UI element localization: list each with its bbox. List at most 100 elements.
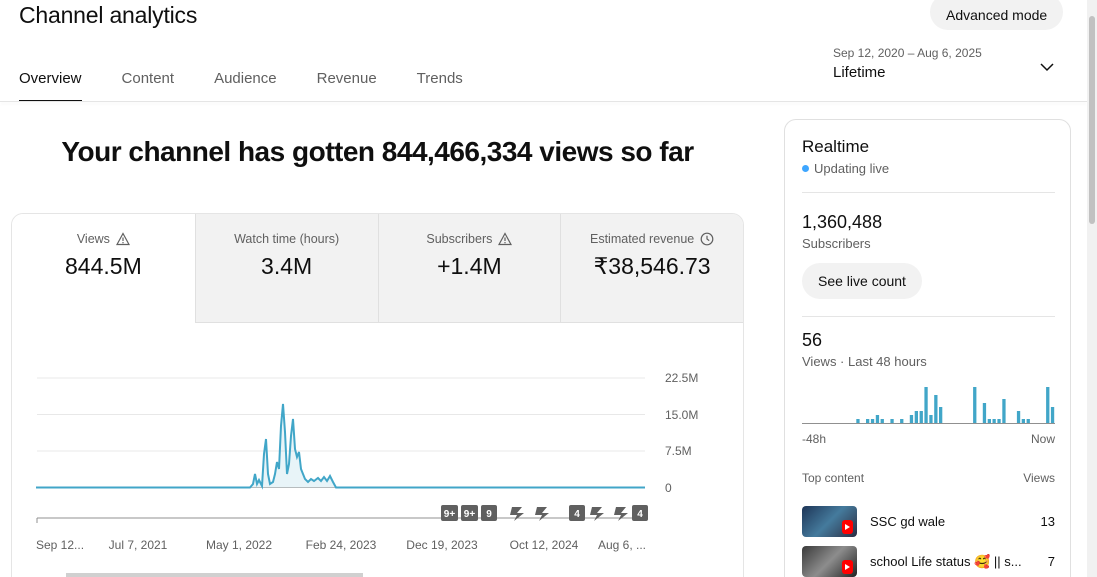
shorts-marker-icon[interactable] bbox=[590, 507, 604, 521]
tab-trends[interactable]: Trends bbox=[417, 62, 463, 102]
top-content-views: 7 bbox=[1047, 554, 1055, 569]
warning-icon bbox=[498, 232, 513, 246]
realtime-bar bbox=[1046, 387, 1050, 423]
metric-subscribers-tab[interactable]: Subscribers +1.4M bbox=[377, 214, 561, 323]
realtime-bar bbox=[1050, 407, 1055, 423]
top-content-title: school Life status 🥰 || s... bbox=[870, 553, 1022, 569]
shorts-icon bbox=[842, 560, 853, 574]
realtime-views-label: Views · Last 48 hours bbox=[802, 354, 927, 369]
x-tick-label: Jul 7, 2021 bbox=[109, 538, 168, 552]
svg-text:9+: 9+ bbox=[444, 509, 456, 520]
marker-badge[interactable]: 4 bbox=[569, 505, 585, 521]
x-tick-label: Oct 12, 2024 bbox=[510, 538, 579, 552]
date-range-label: Lifetime bbox=[833, 64, 886, 81]
analytics-tabs: Overview Content Audience Revenue Trends bbox=[19, 62, 503, 102]
x-tick-label: Dec 19, 2023 bbox=[406, 538, 478, 552]
metric-label: Watch time (hours) bbox=[234, 232, 340, 246]
y-tick-label: 22.5M bbox=[665, 371, 698, 385]
realtime-bar bbox=[900, 419, 904, 423]
horizontal-scrollbar-thumb[interactable] bbox=[66, 573, 363, 577]
top-content-label: Top content bbox=[802, 471, 865, 485]
views-line bbox=[36, 403, 645, 490]
top-content-views: 13 bbox=[1040, 514, 1055, 529]
realtime-bar bbox=[1016, 411, 1021, 423]
metric-label: Views bbox=[76, 232, 110, 246]
realtime-bar bbox=[934, 395, 938, 423]
views-chart: 22.5M 15.0M 7.5M 0 9+ 9+ 9 4 4 Sep 12...… bbox=[12, 324, 743, 577]
mini-chart-start-label: -48h bbox=[802, 432, 827, 446]
realtime-bar bbox=[870, 419, 875, 423]
divider bbox=[802, 192, 1055, 193]
realtime-bar bbox=[875, 415, 880, 423]
svg-text:4: 4 bbox=[637, 509, 643, 520]
metric-value: +1.4M bbox=[437, 253, 502, 279]
realtime-bar bbox=[1002, 399, 1006, 423]
metric-label: Subscribers bbox=[426, 232, 493, 246]
realtime-bar bbox=[1021, 419, 1025, 423]
realtime-bar bbox=[890, 419, 894, 423]
date-range-text: Sep 12, 2020 – Aug 6, 2025 bbox=[833, 46, 982, 60]
x-tick-label: May 1, 2022 bbox=[206, 538, 272, 552]
metric-value: ₹38,546.73 bbox=[593, 253, 711, 279]
mini-chart-end-label: Now bbox=[1031, 432, 1056, 446]
header-divider bbox=[0, 101, 1087, 102]
svg-text:9+: 9+ bbox=[464, 509, 476, 520]
svg-text:4: 4 bbox=[574, 509, 580, 520]
svg-text:9: 9 bbox=[486, 509, 492, 520]
realtime-bar bbox=[1026, 419, 1030, 423]
realtime-bar bbox=[856, 419, 860, 423]
tab-audience[interactable]: Audience bbox=[214, 62, 277, 102]
realtime-card: Realtime Updating live 1,360,488 Subscri… bbox=[784, 119, 1071, 577]
date-range-picker[interactable]: Sep 12, 2020 – Aug 6, 2025 Lifetime bbox=[833, 46, 982, 81]
marker-badge[interactable]: 9 bbox=[481, 505, 497, 521]
realtime-bar bbox=[866, 419, 870, 423]
realtime-bar-chart bbox=[802, 387, 1055, 424]
realtime-bar bbox=[914, 411, 918, 423]
metric-label: Estimated revenue bbox=[590, 232, 695, 246]
top-content-item[interactable]: SSC gd wale 13 bbox=[802, 506, 1055, 537]
y-tick-label: 7.5M bbox=[665, 444, 692, 458]
realtime-bar bbox=[973, 387, 977, 423]
marker-badge[interactable]: 9+ bbox=[441, 505, 458, 521]
realtime-bar bbox=[987, 419, 991, 423]
realtime-bar bbox=[939, 407, 943, 423]
marker-badge[interactable]: 4 bbox=[632, 505, 648, 521]
realtime-subscribers-label: Subscribers bbox=[802, 236, 871, 251]
metrics-card: Views 844.5M Watch time (hours) 3.4M Sub… bbox=[11, 213, 744, 577]
video-thumbnail bbox=[802, 506, 857, 537]
chart-gridlines bbox=[37, 377, 645, 519]
y-tick-label: 15.0M bbox=[665, 408, 698, 422]
metric-value: 3.4M bbox=[261, 253, 313, 279]
realtime-bar bbox=[929, 415, 933, 423]
top-content-views-label: Views bbox=[1023, 471, 1055, 485]
scrollbar-thumb[interactable] bbox=[1089, 16, 1095, 224]
realtime-title: Realtime bbox=[802, 137, 870, 156]
tab-content[interactable]: Content bbox=[122, 62, 175, 102]
tab-revenue[interactable]: Revenue bbox=[317, 62, 377, 102]
realtime-subscribers-count: 1,360,488 bbox=[802, 212, 883, 232]
live-text: Updating live bbox=[814, 161, 890, 176]
marker-badge[interactable]: 9+ bbox=[461, 505, 478, 521]
top-content-item[interactable]: school Life status 🥰 || s... 7 bbox=[802, 546, 1055, 577]
y-tick-label: 0 bbox=[665, 481, 672, 495]
metric-watch-time-tab[interactable]: Watch time (hours) 3.4M bbox=[194, 214, 378, 323]
top-content-title: SSC gd wale bbox=[870, 514, 946, 529]
tab-overview[interactable]: Overview bbox=[19, 62, 82, 102]
realtime-views-count: 56 bbox=[802, 330, 823, 350]
live-dot-icon bbox=[802, 165, 809, 172]
live-indicator: Updating live bbox=[802, 161, 889, 176]
chevron-down-icon[interactable] bbox=[1040, 60, 1054, 74]
x-ticks: Sep 12... Jul 7, 2021 May 1, 2022 Feb 24… bbox=[36, 518, 646, 552]
realtime-bar bbox=[992, 419, 996, 423]
realtime-bar bbox=[924, 387, 928, 423]
see-live-count-button[interactable]: See live count bbox=[802, 263, 922, 299]
metric-revenue-tab[interactable]: Estimated revenue ₹38,546.73 bbox=[560, 214, 743, 323]
shorts-marker-icon[interactable] bbox=[614, 507, 628, 521]
advanced-mode-button[interactable]: Advanced mode bbox=[930, 0, 1064, 30]
shorts-marker-icon[interactable] bbox=[535, 507, 549, 521]
shorts-marker-icon[interactable] bbox=[510, 507, 524, 521]
realtime-bar bbox=[880, 419, 884, 423]
metric-views-tab[interactable]: Views 844.5M bbox=[12, 214, 195, 323]
views-headline: Your channel has gotten 844,466,334 view… bbox=[61, 136, 694, 167]
realtime-bar bbox=[909, 415, 914, 423]
